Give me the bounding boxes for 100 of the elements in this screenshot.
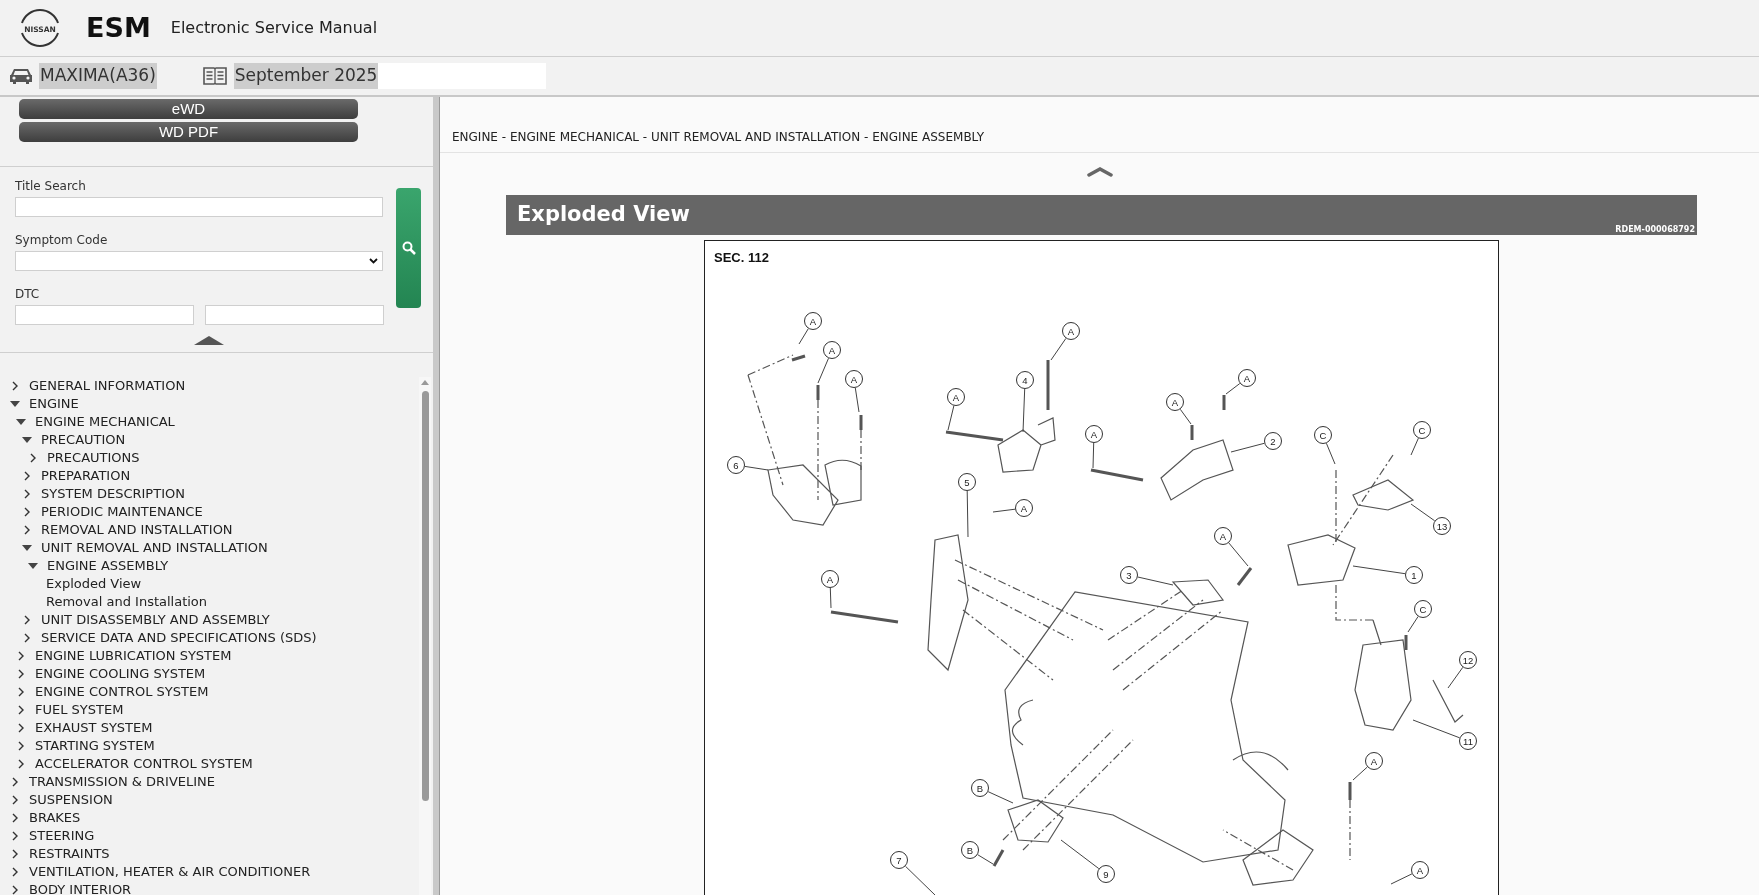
chevron-right-icon[interactable] (22, 507, 32, 517)
callout-marker: 4 (1016, 371, 1034, 389)
chevron-right-icon[interactable] (10, 777, 20, 787)
callout-marker: B (971, 779, 989, 797)
chevron-right-icon[interactable] (16, 669, 26, 679)
chevron-right-icon[interactable] (16, 705, 26, 715)
chevron-right-icon[interactable] (16, 759, 26, 769)
chevron-right-icon[interactable] (16, 723, 26, 733)
chevron-right-icon[interactable] (22, 471, 32, 481)
expanded-triangle-icon[interactable] (28, 561, 38, 571)
manual-link-button[interactable]: eWD (19, 99, 358, 119)
dtc-field[interactable] (15, 305, 194, 325)
tree-item[interactable]: ENGINE COOLING SYSTEM (35, 664, 206, 684)
edition-field[interactable]: September 2025 (233, 63, 546, 89)
tree-item[interactable]: PERIODIC MAINTENANCE (41, 502, 203, 522)
callout-marker: A (845, 370, 863, 388)
chevron-right-icon[interactable] (22, 489, 32, 499)
callout-marker: C (1414, 600, 1432, 618)
tree-item[interactable]: RESTRAINTS (29, 844, 110, 864)
section-header: Exploded View RDEM-000068792 (506, 195, 1697, 235)
chevron-right-icon[interactable] (16, 741, 26, 751)
leader-line (1050, 337, 1067, 361)
leader-line (829, 587, 832, 609)
leader-line (798, 328, 809, 345)
callout-marker: C (1314, 426, 1332, 444)
chevron-right-icon[interactable] (10, 381, 20, 391)
scroll-up-arrow-icon[interactable] (421, 379, 429, 385)
dtc-field[interactable] (205, 305, 384, 325)
chevron-right-icon[interactable] (22, 525, 32, 535)
chevron-right-icon[interactable] (22, 615, 32, 625)
tree-item[interactable]: BODY INTERIOR (29, 880, 132, 895)
chevron-right-icon[interactable] (10, 795, 20, 805)
leader-line (1412, 719, 1461, 739)
chevron-right-icon[interactable] (10, 831, 20, 841)
leader-line (1228, 542, 1249, 567)
tree-item[interactable]: FUEL SYSTEM (35, 700, 124, 720)
expanded-triangle-icon[interactable] (22, 543, 32, 553)
tree-item[interactable]: SUSPENSION (29, 790, 113, 810)
chevron-right-icon[interactable] (16, 687, 26, 697)
callout-marker: 1 (1405, 566, 1423, 584)
tree-item[interactable]: ENGINE LUBRICATION SYSTEM (35, 646, 232, 666)
tree-item[interactable]: UNIT DISASSEMBLY AND ASSEMBLY (41, 610, 270, 630)
manual-link-button[interactable]: WD PDF (19, 122, 358, 142)
chevron-right-icon[interactable] (28, 453, 38, 463)
tree-item[interactable]: PRECAUTIONS (47, 448, 140, 468)
tree-item[interactable]: UNIT REMOVAL AND INSTALLATION (41, 538, 268, 558)
leader-line (1390, 873, 1413, 885)
leader-line (817, 357, 829, 384)
field-label: Title Search (15, 178, 87, 194)
leader-line (1352, 565, 1406, 575)
callout-marker: 13 (1433, 517, 1451, 535)
tree-item[interactable]: Exploded View (46, 574, 142, 594)
title-search-field[interactable] (15, 197, 383, 217)
tree-item[interactable]: REMOVAL AND INSTALLATION (41, 520, 233, 540)
collapse-chevron-icon[interactable] (1086, 167, 1113, 177)
tree-item[interactable]: ACCELERATOR CONTROL SYSTEM (35, 754, 253, 774)
chevron-right-icon[interactable] (16, 651, 26, 661)
tree-item[interactable]: ENGINE ASSEMBLY (47, 556, 169, 576)
search-button[interactable] (396, 188, 421, 308)
tree-item[interactable]: ENGINE (29, 394, 79, 414)
chevron-right-icon[interactable] (10, 885, 20, 895)
expanded-triangle-icon[interactable] (22, 435, 32, 445)
tree-item[interactable]: VENTILATION, HEATER & AIR CONDITIONER (29, 862, 311, 882)
leader-line (1179, 408, 1192, 425)
tree-item[interactable]: TRANSMISSION & DRIVELINE (29, 772, 216, 792)
tree-item[interactable]: BRAKES (29, 808, 81, 828)
tree-item[interactable]: ENGINE MECHANICAL (35, 412, 175, 432)
app-title: Electronic Service Manual (170, 17, 378, 39)
chevron-right-icon[interactable] (22, 633, 32, 643)
scrollbar-thumb[interactable] (421, 391, 429, 801)
leader-line (1225, 383, 1241, 395)
callout-marker: A (821, 570, 839, 588)
chevron-right-icon[interactable] (10, 867, 20, 877)
leader-line (1092, 442, 1095, 469)
tree-item[interactable]: SERVICE DATA AND SPECIFICATIONS (SDS) (41, 628, 317, 648)
callout-marker: A (1365, 752, 1383, 770)
tree-item[interactable]: PRECAUTION (41, 430, 126, 450)
scrollbar[interactable] (419, 377, 431, 895)
tree-item[interactable]: SYSTEM DESCRIPTION (41, 484, 185, 504)
callout-marker: A (1238, 369, 1256, 387)
app-code: ESM (86, 10, 151, 45)
tree-item[interactable]: Removal and Installation (46, 592, 208, 612)
document-id: RDEM-000068792 (1615, 225, 1695, 234)
tree-item[interactable]: STARTING SYSTEM (35, 736, 155, 756)
leader-line (744, 465, 769, 471)
field-label: Symptom Code (15, 232, 109, 248)
leader-line (1447, 666, 1464, 689)
tree-item[interactable]: PREPARATION (41, 466, 131, 486)
callout-marker: 5 (958, 473, 976, 491)
callout-marker: A (1411, 861, 1429, 879)
collapse-arrow-icon[interactable] (194, 336, 224, 345)
tree-item[interactable]: GENERAL INFORMATION (29, 377, 186, 396)
tree-item[interactable]: STEERING (29, 826, 95, 846)
callout-marker: A (947, 388, 965, 406)
tree-item[interactable]: ENGINE CONTROL SYSTEM (35, 682, 209, 702)
expanded-triangle-icon[interactable] (10, 399, 20, 409)
chevron-right-icon[interactable] (10, 813, 20, 823)
chevron-right-icon[interactable] (10, 849, 20, 859)
tree-item[interactable]: EXHAUST SYSTEM (35, 718, 153, 738)
expanded-triangle-icon[interactable] (16, 417, 26, 427)
